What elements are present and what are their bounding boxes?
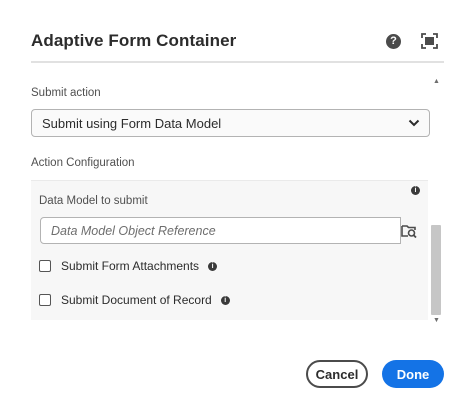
dialog-title: Adaptive Form Container: [31, 31, 237, 50]
scroll-up-arrow-icon[interactable]: ▲: [433, 78, 440, 85]
submit-document-of-record-checkbox[interactable]: [39, 294, 51, 306]
info-icon[interactable]: i: [220, 295, 230, 305]
submit-attachments-row[interactable]: Submit Form Attachments i: [39, 258, 218, 274]
fullscreen-icon[interactable]: [421, 33, 438, 49]
chevron-down-icon: [408, 119, 420, 127]
data-model-reference-input[interactable]: [40, 217, 401, 244]
data-model-picker-button[interactable]: [397, 218, 421, 243]
submit-action-select[interactable]: Submit using Form Data Model: [31, 109, 430, 137]
header-divider: [31, 61, 444, 63]
scrollbar[interactable]: ▲ ▼: [430, 78, 442, 326]
action-configuration-label: Action Configuration: [31, 157, 135, 169]
cancel-button[interactable]: Cancel: [306, 360, 368, 388]
info-icon[interactable]: i: [208, 261, 218, 271]
submit-attachments-label: Submit Form Attachments: [61, 259, 200, 273]
adaptive-form-dialog: Adaptive Form Container ? Submit action …: [0, 0, 474, 415]
info-icon[interactable]: i: [411, 186, 420, 195]
submit-attachments-checkbox[interactable]: [39, 260, 51, 272]
help-icon[interactable]: ?: [386, 34, 401, 49]
scroll-down-arrow-icon[interactable]: ▼: [433, 317, 440, 324]
action-configuration-panel: Data Model to submit i Submit Form Attac…: [31, 180, 428, 320]
data-model-label: Data Model to submit: [39, 195, 148, 207]
submit-document-of-record-label: Submit Document of Record: [61, 293, 212, 307]
submit-document-of-record-row[interactable]: Submit Document of Record i: [39, 292, 230, 308]
done-button[interactable]: Done: [382, 360, 444, 388]
submit-action-value: Submit using Form Data Model: [42, 116, 222, 131]
submit-action-label: Submit action: [31, 87, 101, 99]
browse-folder-icon: [401, 224, 417, 238]
scrollbar-thumb[interactable]: [431, 225, 441, 315]
